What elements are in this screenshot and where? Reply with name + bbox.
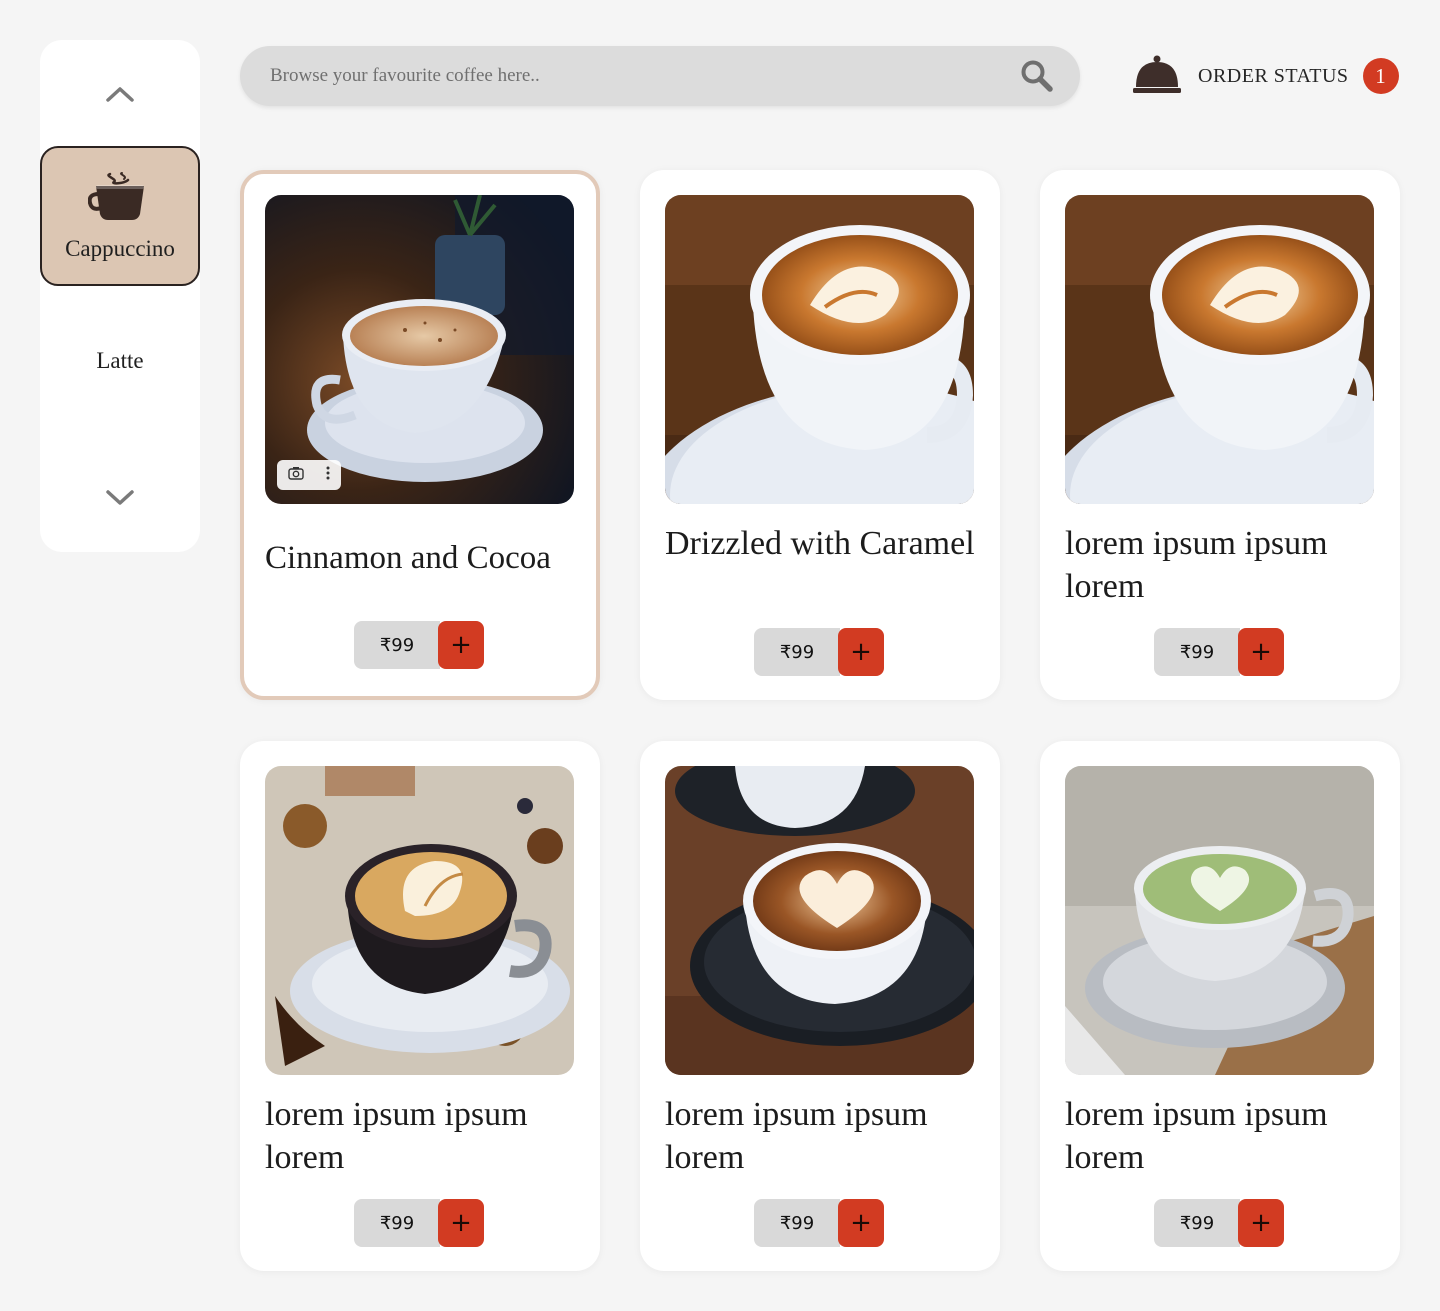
sidebar-item-latte[interactable]: Latte bbox=[40, 306, 200, 416]
price-tag: ₹99 bbox=[1154, 1199, 1240, 1247]
sidebar-item-label: Cappuccino bbox=[65, 236, 175, 261]
search-input[interactable] bbox=[270, 46, 1000, 106]
sidebar-item-cappuccino[interactable]: Cappuccino bbox=[40, 146, 200, 286]
sidebar-item-label: Latte bbox=[96, 348, 144, 373]
price-tag: ₹99 bbox=[1154, 628, 1240, 676]
price-group: ₹99 + bbox=[354, 1199, 486, 1247]
price-tag: ₹99 bbox=[754, 628, 840, 676]
swan-latte-photo bbox=[265, 766, 574, 1075]
price-group: ₹99 + bbox=[1154, 628, 1286, 676]
add-to-cart-button[interactable]: + bbox=[1238, 1199, 1284, 1247]
product-card[interactable]: lorem ipsum ipsum lorem ₹99 + bbox=[1040, 170, 1400, 700]
product-card[interactable]: lorem ipsum ipsum lorem ₹99 + bbox=[640, 741, 1000, 1271]
price-group: ₹99 + bbox=[754, 628, 886, 676]
chevron-up-icon[interactable] bbox=[40, 74, 200, 114]
heart-latte-photo bbox=[665, 766, 974, 1075]
caramel-latte-photo bbox=[665, 195, 974, 504]
price-group: ₹99 + bbox=[754, 1199, 886, 1247]
chevron-down-icon[interactable] bbox=[40, 478, 200, 518]
product-name: lorem ipsum ipsum lorem bbox=[265, 1096, 528, 1176]
product-name: Drizzled with Caramel bbox=[665, 525, 975, 562]
add-to-cart-button[interactable]: + bbox=[438, 1199, 484, 1247]
category-sidebar: Cappuccino Latte bbox=[40, 40, 200, 552]
add-to-cart-button[interactable]: + bbox=[838, 1199, 884, 1247]
more-options-icon[interactable] bbox=[325, 465, 331, 486]
search-bar bbox=[240, 46, 1080, 106]
product-card[interactable]: lorem ipsum ipsum lorem ₹99 + bbox=[1040, 741, 1400, 1271]
price-tag: ₹99 bbox=[354, 1199, 440, 1247]
product-card[interactable]: Drizzled with Caramel ₹99 + bbox=[640, 170, 1000, 700]
order-status-button[interactable]: ORDER STATUS 1 bbox=[1132, 52, 1399, 100]
product-name: lorem ipsum ipsum lorem bbox=[665, 1096, 928, 1176]
cloche-icon bbox=[1132, 53, 1182, 100]
cinnamon-cocoa-coffee-photo bbox=[265, 195, 574, 504]
product-name: lorem ipsum ipsum lorem bbox=[1065, 1096, 1328, 1176]
coffee-cup-icon bbox=[87, 170, 152, 228]
order-status-label: ORDER STATUS bbox=[1198, 64, 1349, 87]
product-card[interactable]: Cinnamon and Cocoa ₹99 + bbox=[240, 170, 600, 700]
price-tag: ₹99 bbox=[354, 621, 440, 669]
price-tag: ₹99 bbox=[754, 1199, 840, 1247]
latte-art-photo bbox=[1065, 195, 1374, 504]
price-group: ₹99 + bbox=[1154, 1199, 1286, 1247]
order-count-badge: 1 bbox=[1362, 58, 1399, 94]
add-to-cart-button[interactable]: + bbox=[438, 621, 484, 669]
search-icon[interactable] bbox=[1020, 59, 1054, 98]
price-group: ₹99 + bbox=[354, 621, 486, 669]
add-to-cart-button[interactable]: + bbox=[1238, 628, 1284, 676]
product-card[interactable]: lorem ipsum ipsum lorem ₹99 + bbox=[240, 741, 600, 1271]
product-name: Cinnamon and Cocoa bbox=[265, 540, 551, 576]
product-name: lorem ipsum ipsum lorem bbox=[1065, 525, 1328, 605]
camera-icon[interactable] bbox=[287, 466, 304, 485]
matcha-latte-photo bbox=[1065, 766, 1374, 1075]
add-to-cart-button[interactable]: + bbox=[838, 628, 884, 676]
photo-tools bbox=[277, 460, 341, 490]
